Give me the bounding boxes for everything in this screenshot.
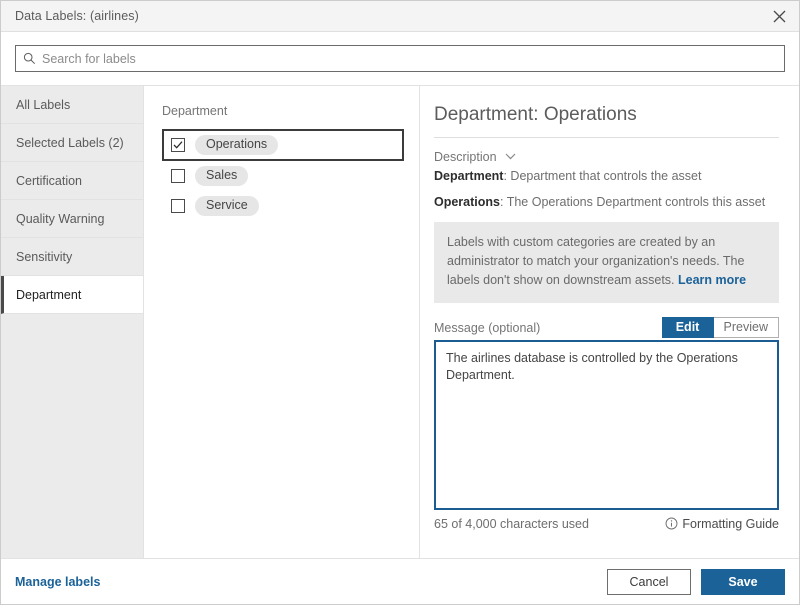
label-option-sales[interactable]: Sales — [162, 161, 403, 191]
character-count: 65 of 4,000 characters used — [434, 517, 589, 531]
checkbox-unchecked-icon[interactable] — [171, 199, 185, 213]
dialog-footer: Manage labels Cancel Save — [1, 558, 799, 604]
tab-edit[interactable]: Edit — [662, 317, 714, 338]
message-footer: 65 of 4,000 characters used Formatting G… — [434, 517, 779, 531]
label-option-label: Service — [195, 196, 259, 217]
close-icon — [773, 10, 786, 23]
label-option-operations[interactable]: Operations — [162, 129, 404, 161]
formatting-guide-link[interactable]: Formatting Guide — [665, 517, 779, 531]
label-option-label: Sales — [195, 166, 248, 187]
info-callout: Labels with custom categories are create… — [434, 222, 779, 303]
checkbox-checked-icon[interactable] — [171, 138, 185, 152]
label-checkbox-list: Operations Sales Service — [162, 129, 403, 221]
label-option-service[interactable]: Service — [162, 191, 403, 221]
description-text: : Department that controls the asset — [503, 169, 701, 183]
sidebar-item-label: Quality Warning — [16, 212, 104, 226]
detail-title: Department: Operations — [434, 104, 779, 126]
dialog-titlebar: Data Labels: (airlines) — [1, 1, 799, 32]
sidebar-item-label: Sensitivity — [16, 250, 72, 264]
learn-more-link[interactable]: Learn more — [678, 273, 746, 287]
detail-divider — [434, 137, 779, 138]
dialog-title: Data Labels: (airlines) — [1, 9, 139, 23]
label-list-panel: Department Operations Sales Service — [144, 86, 420, 558]
search-input[interactable] — [42, 46, 784, 71]
manage-labels-link[interactable]: Manage labels — [15, 575, 100, 589]
description-term: Operations — [434, 195, 500, 209]
tab-preview[interactable]: Preview — [714, 317, 779, 338]
close-button[interactable] — [759, 2, 799, 31]
info-circle-icon — [665, 517, 678, 530]
formatting-guide-label: Formatting Guide — [682, 517, 779, 531]
message-textarea[interactable] — [434, 340, 779, 510]
sidebar-item-selected-labels[interactable]: Selected Labels (2) — [1, 124, 143, 162]
sidebar-item-label: Selected Labels (2) — [16, 136, 124, 150]
sidebar-item-label: Certification — [16, 174, 82, 188]
sidebar-item-certification[interactable]: Certification — [1, 162, 143, 200]
message-label: Message (optional) — [434, 321, 540, 338]
search-icon — [16, 52, 42, 65]
sidebar-filler — [1, 314, 143, 558]
message-header: Message (optional) Edit Preview — [434, 317, 779, 338]
description-line-department: Department: Department that controls the… — [434, 168, 779, 185]
sidebar-item-all-labels[interactable]: All Labels — [1, 86, 143, 124]
description-toggle-label: Description — [434, 150, 497, 164]
description-toggle[interactable]: Description — [434, 150, 779, 164]
search-row — [1, 32, 799, 85]
sidebar-item-department[interactable]: Department — [1, 276, 143, 314]
description-text: : The Operations Department controls thi… — [500, 195, 765, 209]
sidebar-item-quality-warning[interactable]: Quality Warning — [1, 200, 143, 238]
sidebar-item-label: All Labels — [16, 98, 70, 112]
category-sidebar: All Labels Selected Labels (2) Certifica… — [1, 86, 144, 558]
sidebar-item-sensitivity[interactable]: Sensitivity — [1, 238, 143, 276]
cancel-button[interactable]: Cancel — [607, 569, 691, 595]
save-button[interactable]: Save — [701, 569, 785, 595]
description-line-operations: Operations: The Operations Department co… — [434, 194, 779, 211]
search-box[interactable] — [15, 45, 785, 72]
dialog-body: All Labels Selected Labels (2) Certifica… — [1, 85, 799, 558]
data-labels-dialog: Data Labels: (airlines) All Labels — [0, 0, 800, 605]
label-list-title: Department — [162, 104, 403, 118]
label-detail-panel: Department: Operations Description Depar… — [420, 86, 799, 558]
label-option-label: Operations — [195, 135, 278, 156]
checkbox-unchecked-icon[interactable] — [171, 169, 185, 183]
sidebar-item-label: Department — [16, 288, 81, 302]
description-term: Department — [434, 169, 503, 183]
message-mode-toggle: Edit Preview — [662, 317, 779, 338]
chevron-down-icon — [505, 153, 516, 160]
